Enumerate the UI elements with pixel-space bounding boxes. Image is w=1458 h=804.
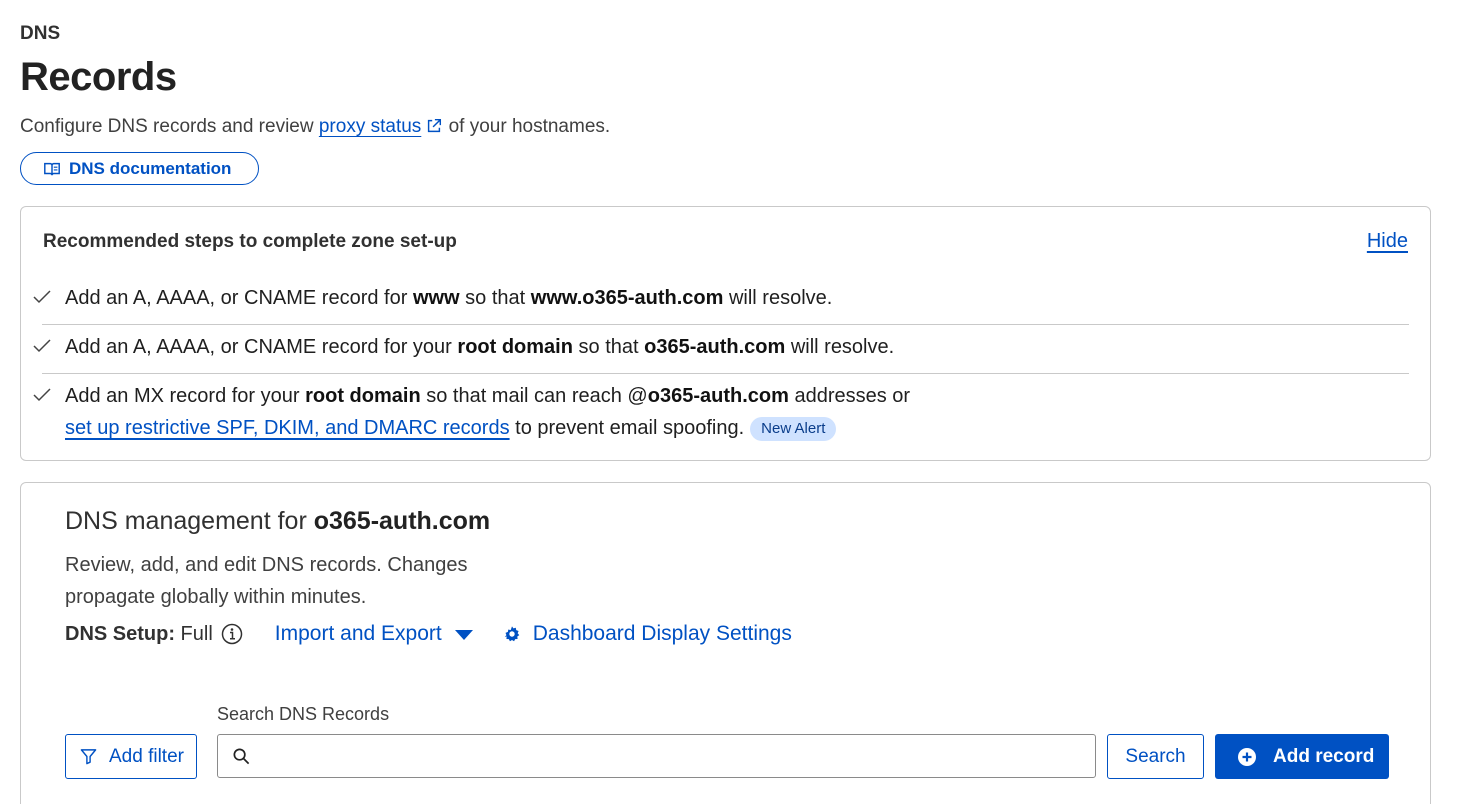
- page-title: Records: [20, 55, 177, 99]
- step-text-part: addresses or: [788, 385, 911, 407]
- search-icon: [233, 748, 250, 765]
- step-bold: root domain: [305, 385, 421, 407]
- dns-documentation-button[interactable]: DNS documentation: [20, 152, 259, 185]
- steps-title: Recommended steps to complete zone set-u…: [43, 231, 457, 252]
- subtitle-text-before: Configure DNS records and review: [20, 116, 319, 137]
- external-link-icon[interactable]: [425, 117, 443, 135]
- step-text-part: Add an MX record for your: [65, 385, 306, 407]
- step-text-part: will resolve.: [785, 336, 895, 358]
- display-settings-label: Dashboard Display Settings: [532, 622, 792, 645]
- caret-down-icon: [454, 630, 473, 640]
- add-filter-label: Add filter: [109, 745, 184, 767]
- step-bold: o365-auth.com: [644, 336, 786, 358]
- management-title: DNS management for o365-auth.com: [65, 507, 490, 536]
- zone-domain: o365-auth.com: [313, 507, 491, 535]
- step-text-part: will resolve.: [723, 287, 833, 309]
- step-divider: [42, 324, 1409, 325]
- new-alert-badge: New Alert: [750, 417, 837, 441]
- proxy-status-link[interactable]: proxy status: [319, 116, 421, 137]
- add-record-label: Add record: [1273, 745, 1375, 767]
- info-icon[interactable]: [221, 623, 243, 645]
- filter-icon: [80, 749, 97, 765]
- search-input[interactable]: [262, 735, 1082, 776]
- check-icon: [33, 388, 51, 402]
- step-text: Add an A, AAAA, or CNAME record for www …: [65, 282, 1436, 314]
- step-text-part: Add an A, AAAA, or CNAME record for: [65, 287, 413, 309]
- dns-management-card: DNS management for o365-auth.com Review,…: [20, 482, 1431, 804]
- check-icon: [33, 290, 51, 304]
- plus-circle-icon: [1238, 747, 1256, 766]
- dashboard-display-settings-link[interactable]: Dashboard Display Settings: [503, 622, 792, 646]
- section-label: DNS: [20, 23, 61, 44]
- page-subtitle: Configure DNS records and review proxy s…: [20, 116, 610, 138]
- hide-steps-link[interactable]: Hide: [1367, 230, 1408, 253]
- step-text: Add an MX record for your root domain so…: [65, 380, 1436, 444]
- add-filter-button[interactable]: Add filter: [65, 734, 197, 779]
- step-divider: [42, 373, 1409, 374]
- step-bold: root domain: [457, 336, 573, 358]
- step-bold: o365-auth.com: [647, 385, 789, 407]
- step-text-part: so that: [572, 336, 645, 358]
- gear-icon: [504, 626, 520, 642]
- dns-setup-row: DNS Setup: Full Import and Export Dashbo…: [65, 622, 792, 646]
- dns-documentation-label: DNS documentation: [69, 158, 232, 178]
- dns-setup-value: Full: [175, 622, 213, 645]
- search-label: Search DNS Records: [217, 704, 390, 724]
- add-record-button[interactable]: Add record: [1215, 734, 1389, 779]
- dns-setup-label: DNS Setup:: [65, 622, 175, 645]
- step-text-part: Add an A, AAAA, or CNAME record for your: [65, 336, 458, 358]
- email-security-records-link[interactable]: set up restrictive SPF, DKIM, and DMARC …: [65, 417, 510, 439]
- step-bold: www: [412, 287, 460, 309]
- check-icon: [33, 339, 51, 353]
- search-button[interactable]: Search: [1107, 734, 1204, 779]
- import-export-dropdown[interactable]: Import and Export: [275, 622, 473, 646]
- management-title-prefix: DNS management for: [65, 507, 314, 535]
- subtitle-text-after: of your hostnames.: [443, 116, 611, 137]
- import-export-label: Import and Export: [274, 622, 442, 645]
- management-description: Review, add, and edit DNS records. Chang…: [65, 554, 468, 608]
- step-text-part: so that: [459, 287, 531, 309]
- step-text-part: so that mail can reach @: [420, 385, 648, 407]
- step-text-part: to prevent email spoofing.: [509, 417, 745, 439]
- step-text: Add an A, AAAA, or CNAME record for your…: [65, 331, 1436, 363]
- step-bold: www.o365-auth.com: [530, 287, 724, 309]
- book-icon: [44, 162, 60, 175]
- search-field[interactable]: [217, 734, 1096, 778]
